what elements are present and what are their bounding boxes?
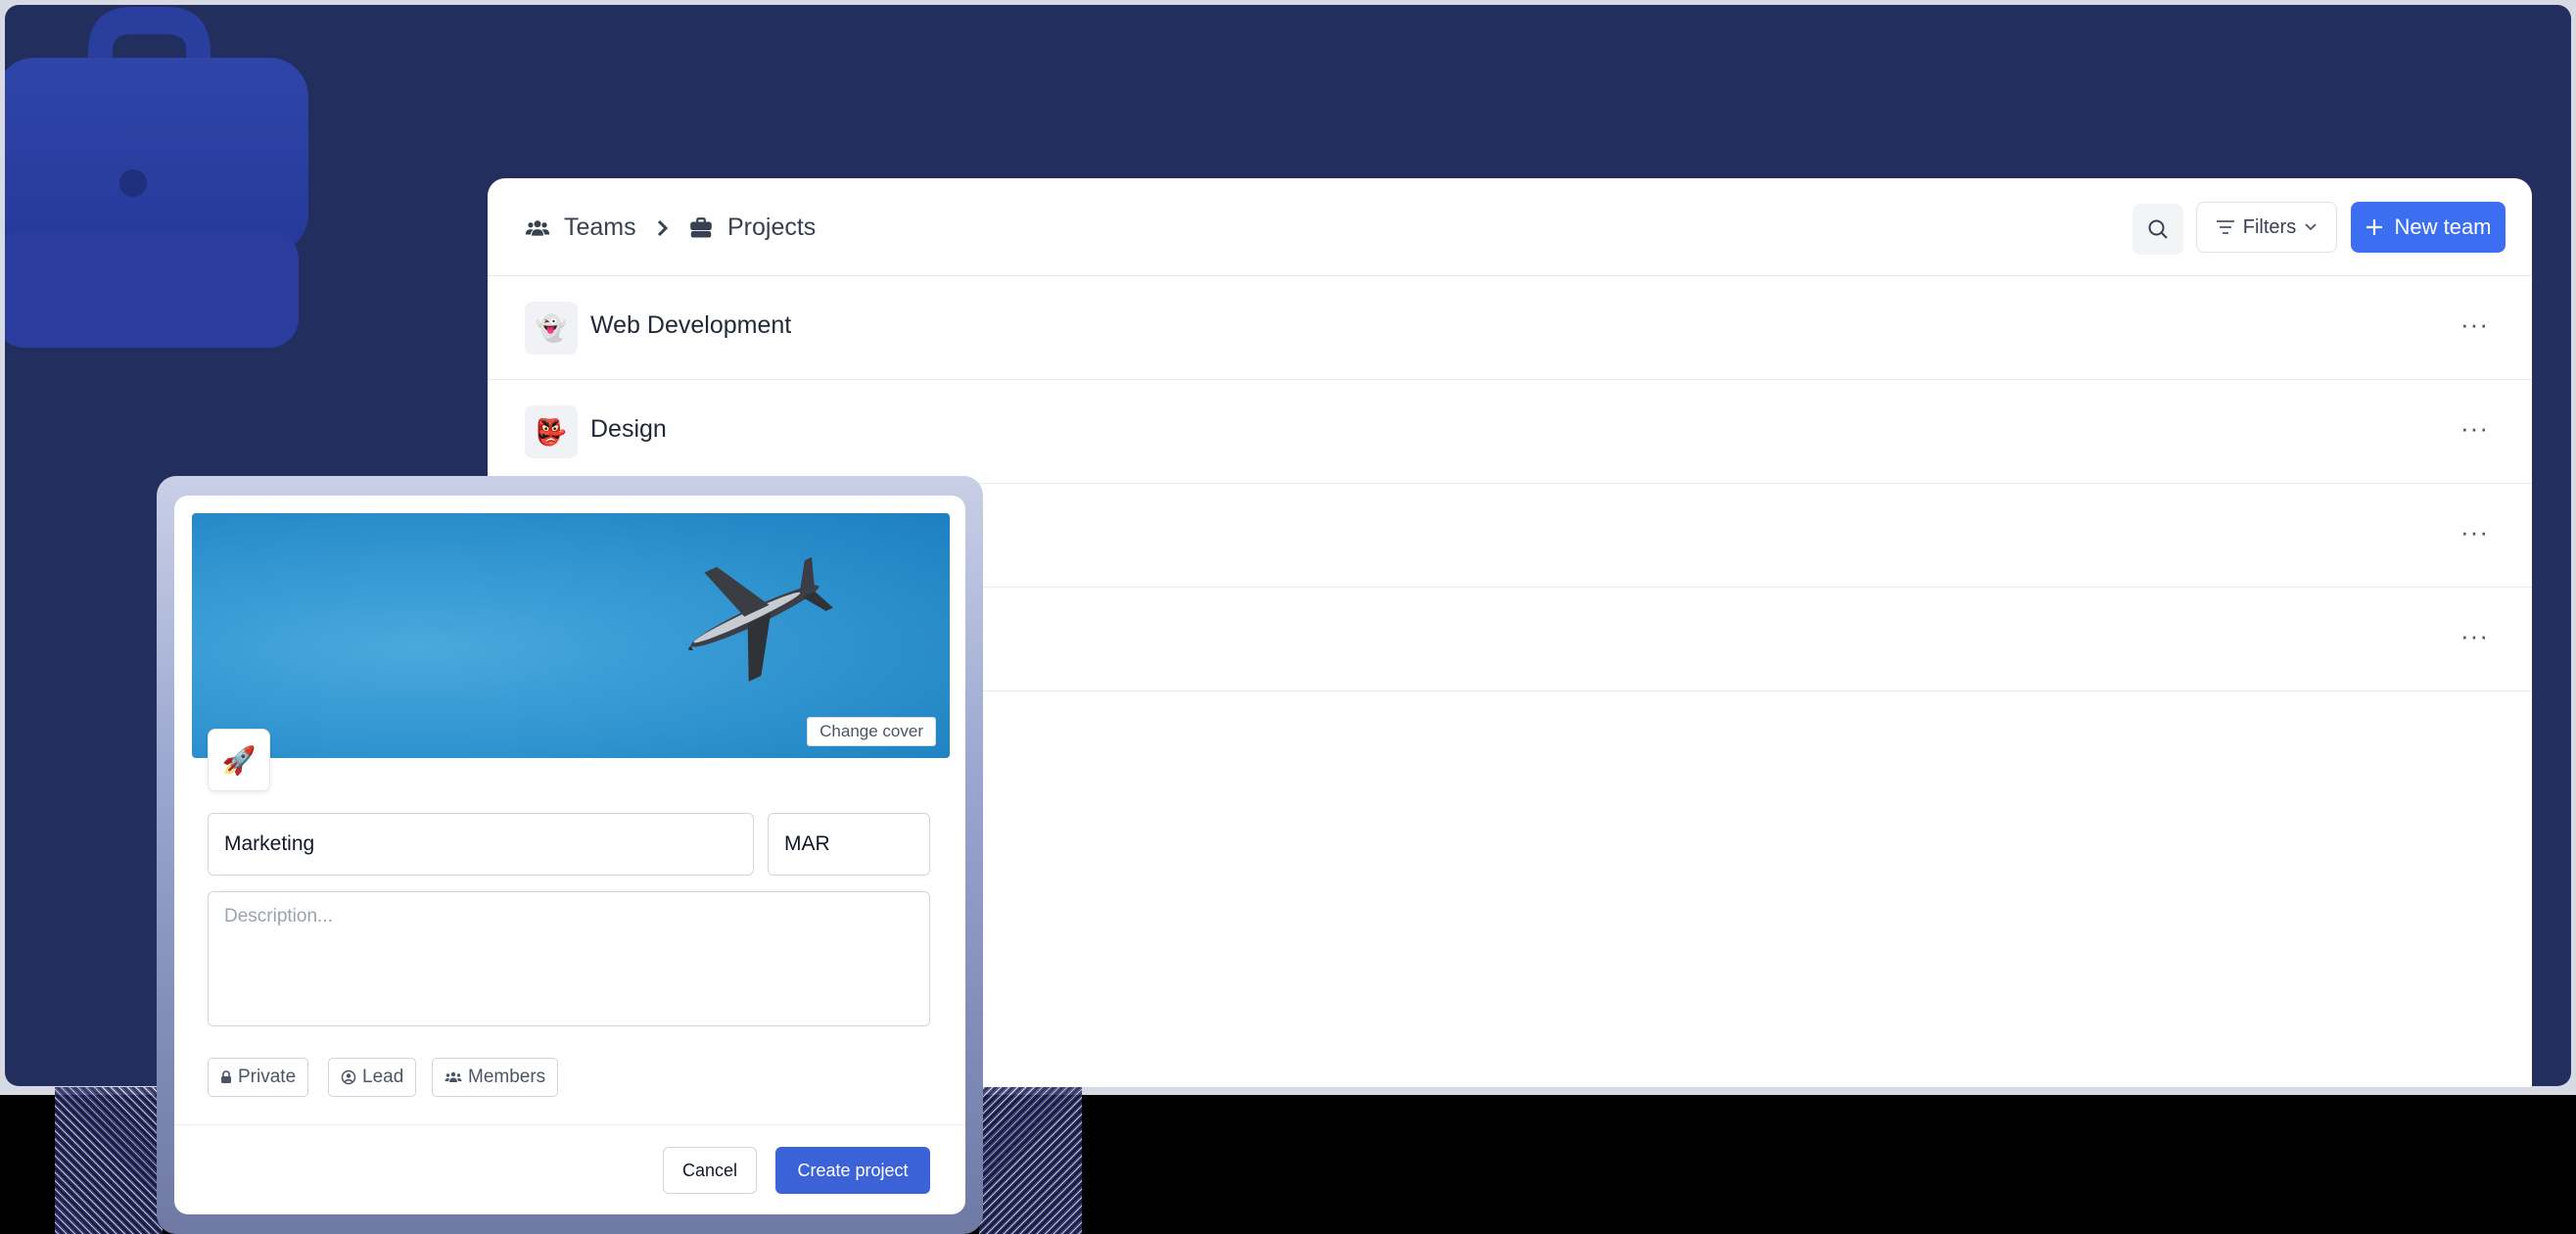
background-briefcase-icon	[5, 7, 308, 348]
breadcrumb-projects-label: Projects	[727, 214, 817, 241]
project-key-input[interactable]: MAR	[768, 813, 930, 876]
new-team-button[interactable]: New team	[2351, 202, 2506, 253]
more-options-icon[interactable]: ···	[2460, 413, 2489, 444]
private-chip[interactable]: Private	[208, 1058, 309, 1097]
lock-icon	[221, 1070, 231, 1083]
private-label: Private	[238, 1067, 297, 1087]
search-button[interactable]	[2132, 204, 2183, 255]
breadcrumb-teams-label: Teams	[564, 214, 636, 241]
team-row-design[interactable]: 👺 Design ···	[488, 380, 2532, 484]
briefcase-icon	[690, 216, 712, 238]
filters-button[interactable]: Filters	[2196, 202, 2337, 253]
change-cover-button[interactable]: Change cover	[807, 717, 936, 746]
new-team-label: New team	[2394, 214, 2492, 239]
chevron-right-icon	[657, 219, 669, 237]
filter-icon	[2216, 220, 2234, 234]
members-chip[interactable]: Members	[432, 1058, 559, 1097]
more-options-icon[interactable]: ···	[2460, 517, 2489, 547]
project-name-input[interactable]: Marketing	[208, 813, 754, 876]
more-options-icon[interactable]: ···	[2460, 621, 2489, 651]
noise-artifact-left	[55, 1087, 163, 1234]
lead-label: Lead	[362, 1067, 404, 1087]
panel-header: Teams Projects Filters New team	[488, 178, 2532, 276]
breadcrumb-projects[interactable]: Projects	[688, 214, 816, 242]
team-avatar: 👺	[525, 405, 578, 458]
team-name: Design	[590, 415, 667, 443]
create-project-button[interactable]: Create project	[775, 1147, 930, 1194]
lead-chip[interactable]: Lead	[328, 1058, 417, 1097]
filters-label: Filters	[2242, 215, 2297, 238]
noise-artifact-right	[979, 1087, 1082, 1234]
users-icon	[445, 1071, 462, 1082]
team-name: Web Development	[590, 311, 792, 339]
description-textarea[interactable]: Description...	[208, 891, 930, 1026]
team-avatar: 👻	[525, 302, 578, 355]
team-row-web-development[interactable]: 👻 Web Development ···	[488, 276, 2532, 380]
breadcrumb-teams[interactable]: Teams	[525, 214, 636, 242]
members-label: Members	[468, 1067, 546, 1087]
cover-image: Change cover	[192, 513, 950, 758]
modal-footer-divider	[174, 1124, 965, 1125]
user-circle-icon	[341, 1069, 356, 1085]
create-project-modal: Change cover 🚀 Marketing MAR Description…	[174, 496, 965, 1214]
project-icon-picker[interactable]: 🚀	[208, 729, 270, 791]
users-icon	[525, 219, 550, 236]
cancel-button[interactable]: Cancel	[663, 1147, 757, 1194]
more-options-icon[interactable]: ···	[2460, 309, 2489, 340]
chevron-down-icon	[2305, 223, 2317, 231]
search-icon	[2148, 219, 2168, 239]
plus-icon	[2366, 219, 2383, 235]
